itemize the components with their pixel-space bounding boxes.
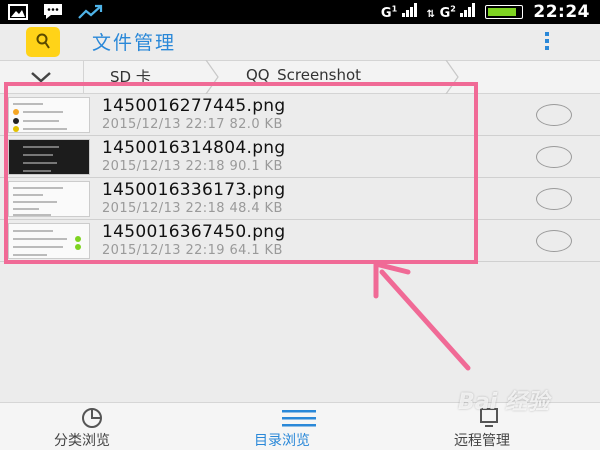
breadcrumb-item-folder[interactable]: QQ_Screenshot bbox=[246, 66, 361, 84]
list-icon bbox=[282, 410, 316, 427]
breadcrumb-separator-icon bbox=[205, 60, 219, 94]
file-name: 1450016367450.png bbox=[102, 222, 286, 242]
signal-sim2: ⇅ G2 bbox=[427, 3, 476, 21]
list-item[interactable]: 1450016314804.png 2015/12/13 22:18 90.1 … bbox=[0, 136, 600, 178]
file-meta: 2015/12/13 22:17 82.0 KB bbox=[102, 117, 283, 132]
remote-icon bbox=[480, 408, 498, 427]
file-name: 1450016336173.png bbox=[102, 180, 286, 200]
pie-chart-icon bbox=[82, 408, 102, 428]
list-item[interactable]: 1450016367450.png 2015/12/13 22:19 64.1 … bbox=[0, 220, 600, 262]
app-header: 文件管理 bbox=[0, 24, 600, 60]
data-arrows-icon: ⇅ bbox=[426, 9, 436, 20]
select-radio[interactable] bbox=[536, 146, 572, 168]
page-title: 文件管理 bbox=[92, 32, 177, 54]
chat-icon bbox=[44, 4, 62, 19]
signal-bars-icon bbox=[460, 3, 476, 17]
breadcrumb-separator-icon bbox=[445, 60, 459, 94]
bottom-nav: 分类浏览 目录浏览 远程管理 bbox=[0, 402, 600, 450]
file-meta: 2015/12/13 22:19 64.1 KB bbox=[102, 243, 283, 258]
battery-icon bbox=[485, 5, 524, 19]
status-notifications bbox=[8, 3, 104, 20]
gallery-icon bbox=[8, 3, 28, 20]
status-time: 22:24 bbox=[533, 2, 590, 22]
chevron-down-icon bbox=[31, 72, 51, 83]
file-meta: 2015/12/13 22:18 48.4 KB bbox=[102, 201, 283, 216]
breadcrumb-dropdown[interactable] bbox=[0, 61, 84, 93]
file-thumbnail bbox=[8, 139, 90, 175]
nav-label: 分类浏览 bbox=[54, 433, 110, 449]
file-name: 1450016277445.png bbox=[102, 96, 286, 116]
list-item[interactable]: 1450016336173.png 2015/12/13 22:18 48.4 … bbox=[0, 178, 600, 220]
app-folder-icon bbox=[26, 27, 60, 57]
list-item[interactable]: 1450016277445.png 2015/12/13 22:17 82.0 … bbox=[0, 94, 600, 136]
nav-label: 远程管理 bbox=[454, 433, 510, 449]
nav-directory-browse[interactable]: 目录浏览 bbox=[240, 403, 360, 450]
file-meta: 2015/12/13 22:18 90.1 KB bbox=[102, 159, 283, 174]
signal-bars-icon bbox=[401, 3, 417, 17]
overflow-menu-icon[interactable] bbox=[540, 30, 554, 52]
select-radio[interactable] bbox=[536, 230, 572, 252]
nav-remote-manage[interactable]: 远程管理 bbox=[440, 403, 560, 450]
nav-label: 目录浏览 bbox=[254, 433, 310, 449]
file-list: 1450016277445.png 2015/12/13 22:17 82.0 … bbox=[0, 94, 600, 262]
signal-sim1: G1 bbox=[381, 3, 417, 21]
select-radio[interactable] bbox=[536, 188, 572, 210]
file-thumbnail bbox=[8, 181, 90, 217]
breadcrumb: SD 卡 QQ_Screenshot bbox=[0, 60, 600, 94]
nav-category-browse[interactable]: 分类浏览 bbox=[40, 403, 160, 450]
trend-icon bbox=[78, 4, 103, 19]
file-name: 1450016314804.png bbox=[102, 138, 286, 158]
file-thumbnail bbox=[8, 97, 90, 133]
select-radio[interactable] bbox=[536, 104, 572, 126]
status-indicators: G1 ⇅ G2 22:24 bbox=[381, 2, 590, 22]
breadcrumb-item-sd[interactable]: SD 卡 bbox=[110, 66, 151, 87]
file-thumbnail bbox=[8, 223, 90, 259]
status-bar: G1 ⇅ G2 22:24 bbox=[0, 0, 600, 24]
